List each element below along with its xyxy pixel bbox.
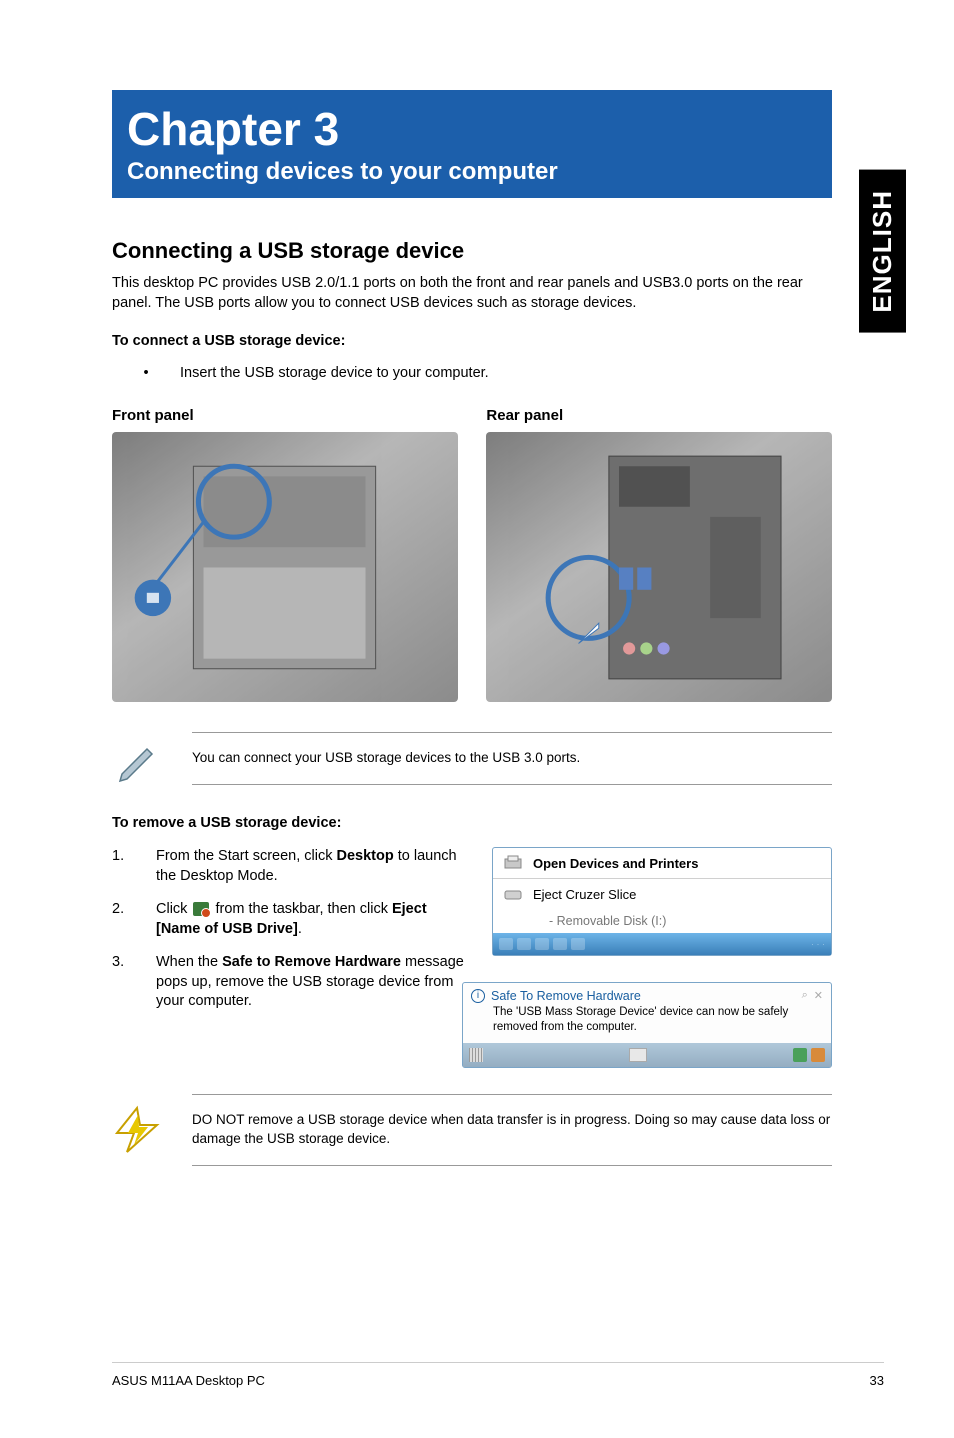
info-icon: i <box>471 989 485 1003</box>
keyboard-icon <box>629 1048 647 1062</box>
tray-usb-icon <box>193 902 209 916</box>
page-footer: ASUS M11AA Desktop PC 33 <box>112 1362 884 1388</box>
footer-product: ASUS M11AA Desktop PC <box>112 1373 265 1388</box>
front-panel-col: Front panel <box>112 407 458 702</box>
step-1: 1. From the Start screen, click Desktop … <box>112 847 472 886</box>
open-devices-label: Open Devices and Printers <box>533 856 698 871</box>
step-number: 3. <box>112 953 156 1012</box>
section-title: Connecting a USB storage device <box>112 238 884 264</box>
chapter-subtitle: Connecting devices to your computer <box>127 158 817 186</box>
note-text: You can connect your USB storage devices… <box>192 732 832 785</box>
taskbar-right-icons <box>793 1048 825 1062</box>
tray-left <box>499 938 585 950</box>
taskbar-time: · · · <box>811 939 825 949</box>
printer-icon <box>503 854 523 872</box>
footer-page-number: 33 <box>870 1373 884 1388</box>
remove-section: 1. From the Start screen, click Desktop … <box>112 847 832 1068</box>
chapter-title: Chapter 3 <box>127 102 817 156</box>
front-panel-illustration <box>112 432 458 702</box>
step-number: 1. <box>112 847 156 886</box>
shield-icon <box>793 1048 807 1062</box>
notif-body: The 'USB Mass Storage Device' device can… <box>463 1005 831 1043</box>
popup-removable-disk[interactable]: - Removable Disk (I:) <box>493 909 831 933</box>
notif-title-row: i Safe To Remove Hardware <box>471 989 641 1003</box>
eject-popup: Open Devices and Printers Eject Cruzer S… <box>492 847 832 956</box>
safe-remove-notification: i Safe To Remove Hardware ⌕ ✕ The 'USB M… <box>462 982 832 1068</box>
lightning-icon <box>112 1105 162 1155</box>
step-3: 3. When the Safe to Remove Hardware mess… <box>112 953 472 1012</box>
notif-title: Safe To Remove Hardware <box>491 989 641 1003</box>
step-number: 2. <box>112 900 156 939</box>
panels-row: Front panel Rear panel <box>112 407 832 702</box>
drive-icon <box>503 885 523 903</box>
notif-taskbar <box>463 1043 831 1067</box>
step-2: 2. Click from the taskbar, then click Ej… <box>112 900 472 939</box>
rear-panel-col: Rear panel <box>486 407 832 702</box>
screenshots-column: Open Devices and Printers Eject Cruzer S… <box>492 847 832 1068</box>
note-box: You can connect your USB storage devices… <box>112 732 832 785</box>
notif-window-controls[interactable]: ⌕ ✕ <box>802 989 823 1002</box>
chapter-header: Chapter 3 Connecting devices to your com… <box>112 90 832 198</box>
rear-panel-label: Rear panel <box>486 407 832 424</box>
popup-taskbar: · · · <box>493 933 831 955</box>
front-panel-label: Front panel <box>112 407 458 424</box>
step-text: When the Safe to Remove Hardware message… <box>156 953 472 1012</box>
connect-step: • Insert the USB storage device to your … <box>112 365 884 381</box>
taskbar-grab-icon <box>469 1048 483 1062</box>
popup-row-eject[interactable]: Eject Cruzer Slice <box>493 879 831 909</box>
connect-step-text: Insert the USB storage device to your co… <box>180 365 489 381</box>
pencil-icon <box>112 734 162 784</box>
warning-box: DO NOT remove a USB storage device when … <box>112 1094 832 1166</box>
warning-text: DO NOT remove a USB storage device when … <box>192 1094 832 1166</box>
eject-cruzer-label: Eject Cruzer Slice <box>533 887 636 902</box>
intro-paragraph: This desktop PC provides USB 2.0/1.1 por… <box>112 274 832 313</box>
remove-heading: To remove a USB storage device: <box>112 815 884 831</box>
close-icon[interactable]: ✕ <box>814 989 823 1002</box>
flag-icon <box>811 1048 825 1062</box>
step-text: Click from the taskbar, then click Eject… <box>156 900 472 939</box>
connect-heading: To connect a USB storage device: <box>112 333 884 349</box>
remove-steps: 1. From the Start screen, click Desktop … <box>112 847 472 1068</box>
notif-header: i Safe To Remove Hardware ⌕ ✕ <box>463 983 831 1005</box>
popup-row-open-devices[interactable]: Open Devices and Printers <box>493 848 831 879</box>
search-icon: ⌕ <box>802 989 808 1002</box>
rear-panel-illustration <box>486 432 832 702</box>
language-tab: ENGLISH <box>859 170 906 333</box>
bullet-marker: • <box>112 365 180 381</box>
step-text: From the Start screen, click Desktop to … <box>156 847 472 886</box>
